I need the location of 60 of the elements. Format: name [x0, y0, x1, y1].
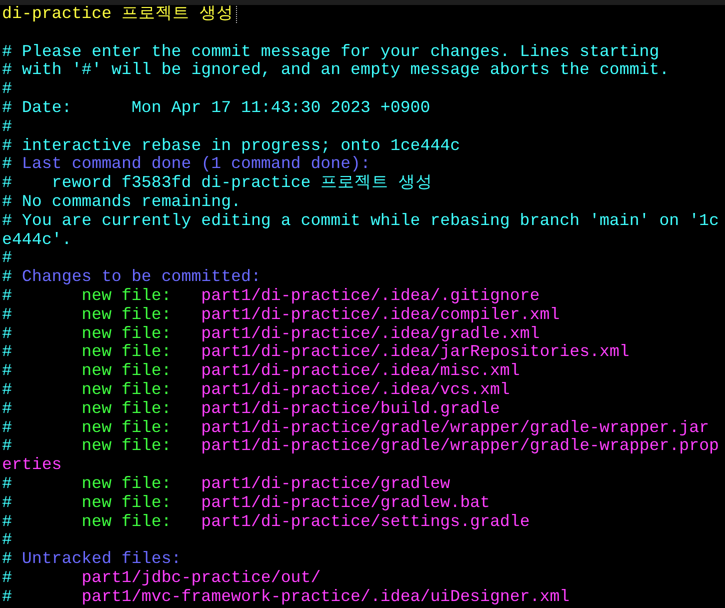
- file-status: new file:: [80, 400, 172, 419]
- file-status: new file:: [80, 494, 172, 513]
- comment-text: #: [2, 400, 12, 419]
- section-heading: Last command done (1 command done):: [20, 155, 370, 174]
- file-status: new file:: [80, 474, 172, 494]
- comment-text: #: [2, 437, 12, 456]
- file-status: new file:: [80, 343, 172, 362]
- file-path: part1/di-practice/.idea/gradle.xml: [201, 324, 540, 344]
- file-path: part1/di-practice/.idea/misc.xml: [201, 362, 520, 381]
- comment-text: # No commands remaining.: [2, 192, 241, 212]
- comment-text: #: [2, 494, 12, 513]
- comment-text: #: [2, 474, 12, 494]
- file-path: part1/di-practice/.idea/vcs.xml: [201, 380, 510, 400]
- commit-title: di-practice 프로젝트 생성: [2, 5, 234, 24]
- file-path: part1/di-practice/gradlew: [201, 474, 450, 494]
- file-path: part1/di-practice/settings.gradle: [201, 512, 530, 532]
- comment-text: #: [2, 550, 12, 569]
- comment-text: #: [2, 268, 12, 287]
- file-status: new file:: [80, 512, 172, 532]
- comment-text: #: [2, 568, 12, 588]
- comment-text: # interactive rebase in progress; onto 1ce444c: [2, 136, 460, 156]
- file-path: part1/di-practice/build.gradle: [201, 400, 500, 419]
- file-path: part1/di-practice/.idea/.gitignore: [201, 286, 540, 306]
- comment-text: e444c'.: [2, 230, 72, 250]
- file-status: new file:: [80, 324, 172, 344]
- comment-text: # reword f3583fd di-practice 프로젝트 생성: [2, 174, 433, 193]
- comment-text: #: [2, 80, 12, 99]
- comment-text: # Date: Mon Apr 17 11:43:30 2023 +0900: [2, 98, 430, 118]
- section-heading: Untracked files:: [20, 550, 182, 569]
- file-status: new file:: [80, 286, 172, 306]
- comment-text: #: [2, 588, 12, 606]
- comment-text: #: [2, 531, 12, 550]
- comment-text: #: [2, 380, 12, 400]
- comment-text: #: [2, 249, 12, 268]
- comment-text: # Please enter the commit message for your changes. Lines starting: [2, 42, 660, 62]
- file-path: part1/di-practice/gradlew.bat: [201, 494, 490, 513]
- comment-text: #: [2, 343, 12, 362]
- section-heading: Changes to be committed:: [20, 268, 261, 287]
- file-path: part1/mvc-framework-practice/.idea/uiDesigner.xml: [80, 588, 570, 606]
- comment-text: #: [2, 324, 12, 344]
- comment-text: #: [2, 118, 12, 137]
- file-path: erties: [2, 456, 62, 475]
- comment-text: #: [2, 286, 12, 306]
- comment-text: #: [2, 362, 12, 381]
- file-status: new file:: [80, 418, 172, 438]
- file-path: part1/di-practice/gradle/wrapper/gradle-wrapper.prop: [201, 437, 719, 456]
- comment-text: #: [2, 155, 12, 174]
- file-status: new file:: [80, 306, 172, 325]
- file-status: new file:: [80, 380, 172, 400]
- file-path: part1/di-practice/.idea/jarRepositories.xml: [201, 343, 630, 362]
- file-status: new file:: [80, 437, 172, 456]
- file-status: new file:: [80, 362, 172, 381]
- file-path: part1/jdbc-practice/out/: [80, 568, 321, 588]
- file-path: part1/di-practice/.idea/compiler.xml: [201, 306, 560, 325]
- comment-text: # You are currently editing a commit while rebasing branch 'main' on '1c: [2, 212, 719, 231]
- comment-text: # with '#' will be ignored, and an empty message aborts the commit.: [2, 61, 670, 80]
- comment-text: #: [2, 418, 12, 438]
- comment-text: #: [2, 512, 12, 532]
- comment-text: #: [2, 306, 12, 325]
- file-path: part1/di-practice/gradle/wrapper/gradle-wrapper.jar: [201, 418, 710, 438]
